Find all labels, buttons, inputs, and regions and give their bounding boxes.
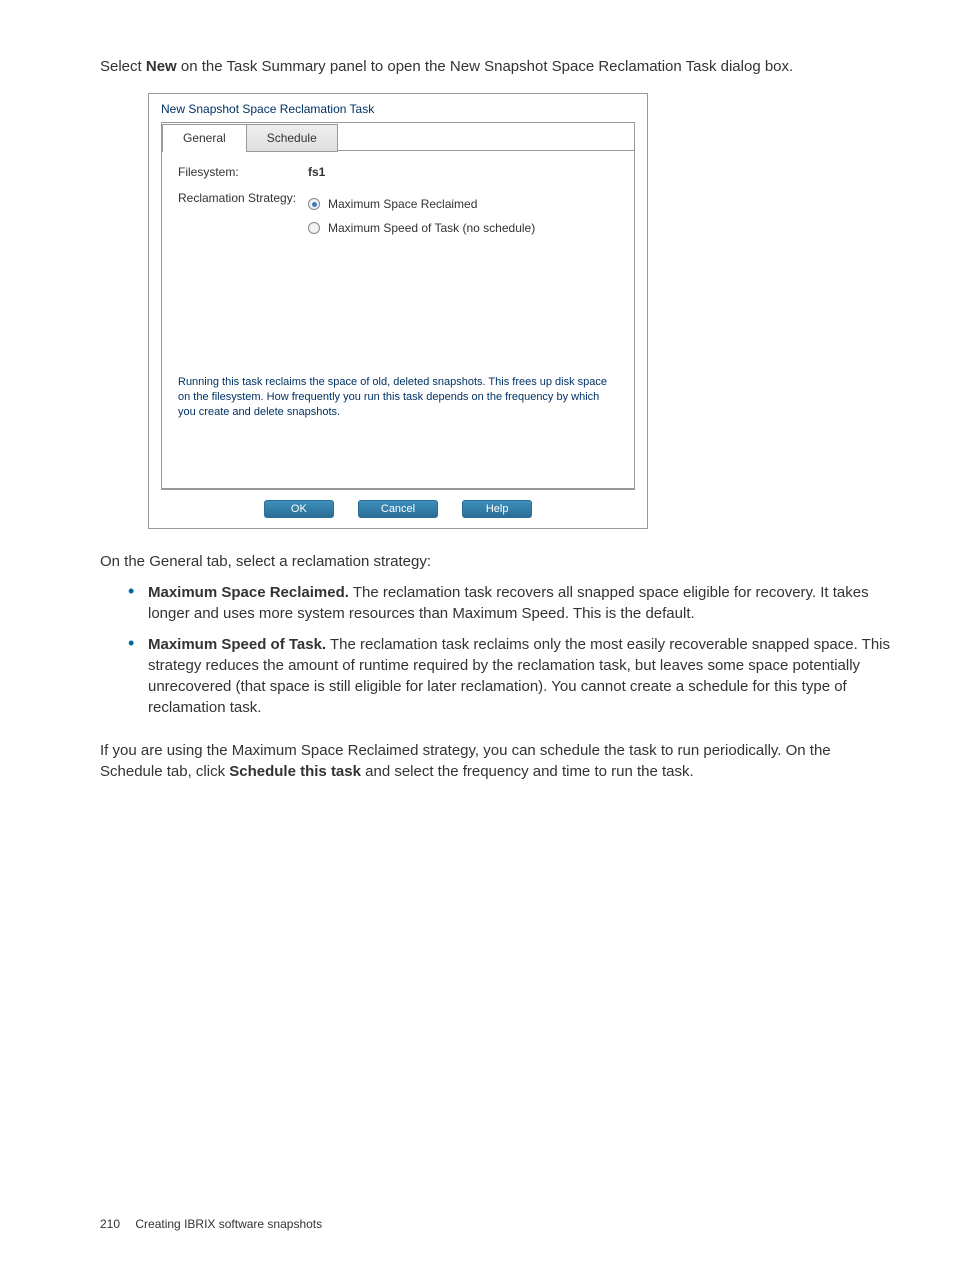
intro-suffix: on the Task Summary panel to open the Ne… <box>177 58 793 75</box>
tab-bar: General Schedule <box>162 123 634 151</box>
dialog-button-bar: OK Cancel Help <box>161 489 635 528</box>
strategy-list: Maximum Space Reclaimed. The reclamation… <box>128 582 894 718</box>
cancel-button[interactable]: Cancel <box>358 500 438 518</box>
tab-filler <box>337 123 634 151</box>
radio-row-max-space[interactable]: Maximum Space Reclaimed <box>308 197 618 211</box>
trail-suffix: and select the frequency and time to run… <box>361 763 694 780</box>
bullet-bold: Maximum Space Reclaimed. <box>148 584 349 601</box>
intro-paragraph: Select New on the Task Summary panel to … <box>100 56 894 77</box>
dialog-title: New Snapshot Space Reclamation Task <box>149 102 647 122</box>
bullet-bold: Maximum Speed of Task. <box>148 636 326 653</box>
post-trailing: If you are using the Maximum Space Recla… <box>100 740 894 782</box>
intro-bold: New <box>146 58 177 75</box>
radio-icon <box>308 222 320 234</box>
intro-prefix: Select <box>100 58 146 75</box>
post-lead: On the General tab, select a reclamation… <box>100 551 894 572</box>
dialog-body: General Schedule Filesystem: fs1 Reclama… <box>161 122 635 489</box>
tab-general[interactable]: General <box>162 124 247 152</box>
chapter-title: Creating IBRIX software snapshots <box>135 1217 322 1231</box>
tab-schedule[interactable]: Schedule <box>246 124 338 152</box>
ok-button[interactable]: OK <box>264 500 334 518</box>
list-item: Maximum Space Reclaimed. The reclamation… <box>128 582 894 624</box>
radio-icon <box>308 198 320 210</box>
page-footer: 210 Creating IBRIX software snapshots <box>100 1217 322 1231</box>
radio-row-max-speed[interactable]: Maximum Speed of Task (no schedule) <box>308 221 618 235</box>
dialog-info-text: Running this task reclaims the space of … <box>178 375 618 420</box>
help-button[interactable]: Help <box>462 500 532 518</box>
radio-label-max-space: Maximum Space Reclaimed <box>328 197 477 211</box>
page-number: 210 <box>100 1217 120 1231</box>
trail-bold: Schedule this task <box>229 763 361 780</box>
filesystem-label: Filesystem: <box>178 165 308 179</box>
strategy-label: Reclamation Strategy: <box>178 191 308 205</box>
list-item: Maximum Speed of Task. The reclamation t… <box>128 634 894 718</box>
dialog-window: New Snapshot Space Reclamation Task Gene… <box>148 93 648 529</box>
radio-label-max-speed: Maximum Speed of Task (no schedule) <box>328 221 535 235</box>
tab-content-general: Filesystem: fs1 Reclamation Strategy: Ma… <box>162 151 634 488</box>
filesystem-value: fs1 <box>308 165 325 179</box>
